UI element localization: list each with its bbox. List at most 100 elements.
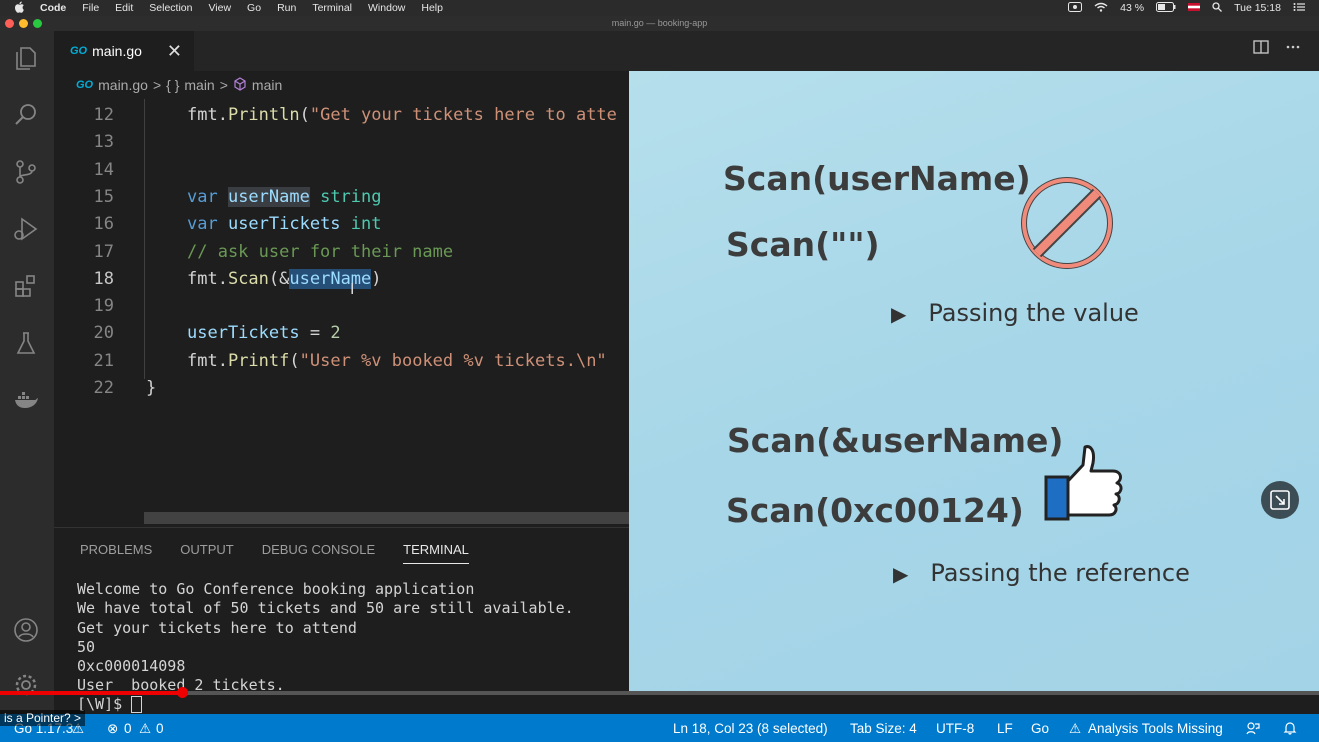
menu-terminal[interactable]: Terminal xyxy=(312,2,352,14)
code-line[interactable]: 13 xyxy=(54,129,629,156)
close-window-button[interactable] xyxy=(5,19,14,28)
code-token: } xyxy=(146,378,157,398)
notifications-bell-icon[interactable] xyxy=(1283,721,1297,738)
line-number: 13 xyxy=(93,132,114,153)
code-text: fmt.Printf("User %v booked %v tickets.\n… xyxy=(187,348,607,375)
code-text: var userTickets int xyxy=(187,211,382,238)
code-token: // ask user for their name xyxy=(187,241,454,262)
code-line[interactable]: 14 xyxy=(54,157,629,184)
code-line[interactable]: 15 var userName string xyxy=(54,184,629,211)
menu-run[interactable]: Run xyxy=(277,2,296,14)
code-line[interactable]: 17 // ask user for their name xyxy=(54,239,629,266)
tab-main-go[interactable]: GO main.go ✕ xyxy=(54,31,194,71)
line-ending[interactable]: LF xyxy=(997,721,1013,736)
code-line[interactable]: 19 xyxy=(54,293,629,320)
code-line[interactable]: 22} xyxy=(54,375,629,402)
code-line[interactable]: 20 userTickets = 2 xyxy=(54,320,629,347)
prohibited-icon xyxy=(1019,175,1115,275)
flag-icon[interactable] xyxy=(1188,2,1201,14)
feedback-icon[interactable] xyxy=(1246,721,1260,738)
battery-icon[interactable] xyxy=(1156,1,1176,15)
breadcrumb-function[interactable]: main xyxy=(184,77,214,93)
code-token: 2 xyxy=(330,323,341,344)
account-icon[interactable] xyxy=(9,613,43,647)
editor-tab-bar: GO main.go ✕ xyxy=(54,31,1319,71)
screen-record-icon[interactable] xyxy=(1068,1,1083,15)
apple-icon[interactable] xyxy=(14,1,26,16)
minimize-window-button[interactable] xyxy=(19,19,28,28)
encoding[interactable]: UTF-8 xyxy=(936,721,974,736)
menu-go[interactable]: Go xyxy=(247,2,261,14)
code-text: userTickets = 2 xyxy=(187,320,341,347)
run-debug-icon[interactable] xyxy=(9,212,43,246)
code-token: (& xyxy=(268,268,290,289)
menu-view[interactable]: View xyxy=(208,2,231,14)
menu-app-name[interactable]: Code xyxy=(40,2,66,14)
tab-terminal[interactable]: TERMINAL xyxy=(403,542,469,564)
tab-debug-console[interactable]: DEBUG CONSOLE xyxy=(262,542,375,564)
menu-file[interactable]: File xyxy=(82,2,99,14)
code-line[interactable]: 21 fmt.Printf("User %v booked %v tickets.… xyxy=(54,348,629,375)
line-number: 17 xyxy=(93,241,114,262)
code-line[interactable]: 16 var userTickets int xyxy=(54,211,629,238)
menu-edit[interactable]: Edit xyxy=(115,2,133,14)
explorer-icon[interactable] xyxy=(9,41,43,75)
source-control-icon[interactable] xyxy=(9,155,43,189)
terminal-cursor xyxy=(131,696,143,713)
search-icon[interactable] xyxy=(9,98,43,132)
terminal-output[interactable]: Welcome to Go Conference booking applica… xyxy=(77,580,574,696)
code-token: fmt. xyxy=(187,268,228,289)
language-mode[interactable]: Go xyxy=(1031,721,1049,736)
picture-in-picture-button[interactable] xyxy=(1261,481,1299,519)
menu-window[interactable]: Window xyxy=(368,2,405,14)
video-chapter-label[interactable]: is a Pointer? > xyxy=(0,710,86,726)
breadcrumb-file[interactable]: main.go xyxy=(98,77,148,93)
docker-icon[interactable] xyxy=(9,383,43,417)
more-actions-icon[interactable] xyxy=(1285,39,1301,60)
wifi-icon[interactable] xyxy=(1094,2,1108,15)
spotlight-search-icon[interactable] xyxy=(1212,1,1223,15)
code-token: fmt. xyxy=(187,350,228,371)
testing-flask-icon[interactable] xyxy=(9,326,43,360)
code-line[interactable]: 18 fmt.Scan(&userName) xyxy=(54,266,629,293)
warnings-count[interactable]: 0 xyxy=(156,721,164,736)
cursor-position[interactable]: Ln 18, Col 23 (8 selected) xyxy=(673,721,828,736)
code-token: "Get your tickets here to atte xyxy=(309,105,617,125)
slide-bullet-value: ▶ Passing the value xyxy=(891,299,1139,327)
menu-selection[interactable]: Selection xyxy=(149,2,192,14)
code-line[interactable]: 12 fmt.Println("Get your tickets here to … xyxy=(54,102,629,129)
extensions-icon[interactable] xyxy=(9,269,43,303)
breadcrumb: GO main.go > { } main > main xyxy=(54,71,629,99)
settings-gear-icon[interactable] xyxy=(9,668,43,702)
video-progress-track[interactable] xyxy=(0,691,1319,695)
notification-center-icon[interactable] xyxy=(1293,2,1305,15)
terminal-prompt[interactable]: [\W]$ xyxy=(77,695,143,713)
code-editor[interactable]: 12 fmt.Println("Get your tickets here to … xyxy=(54,99,629,527)
tab-problems[interactable]: PROBLEMS xyxy=(80,542,152,564)
code-token: userTickets xyxy=(227,214,341,235)
slide-scan-ref: Scan(&userName) xyxy=(727,421,1064,460)
bullet-triangle-icon: ▶ xyxy=(891,302,907,326)
menubar-clock[interactable]: Tue 15:18 xyxy=(1234,2,1281,14)
code-token: var xyxy=(187,186,228,207)
terminal-line: Get your tickets here to attend xyxy=(77,618,357,637)
error-icon[interactable]: ⊗ xyxy=(107,721,118,737)
tab-size[interactable]: Tab Size: 4 xyxy=(850,721,917,736)
warning-icon[interactable]: ⚠ xyxy=(139,721,151,737)
battery-percent: 43 % xyxy=(1120,2,1145,14)
tutorial-slide: Scan(userName) Scan("") ▶ Passing the val… xyxy=(629,71,1319,691)
tab-output[interactable]: OUTPUT xyxy=(180,542,233,564)
line-number: 21 xyxy=(93,350,114,371)
activity-bar xyxy=(0,31,54,714)
code-token: fmt. xyxy=(187,105,228,125)
editor-horizontal-scrollbar[interactable] xyxy=(144,512,629,524)
errors-count[interactable]: 0 xyxy=(124,721,132,736)
breadcrumb-separator: > xyxy=(152,77,162,93)
analysis-tools-status[interactable]: Analysis Tools Missing xyxy=(1088,721,1223,736)
breadcrumb-symbol[interactable]: main xyxy=(252,77,282,93)
code-token: userName xyxy=(289,268,372,289)
zoom-window-button[interactable] xyxy=(33,19,42,28)
close-tab-icon[interactable]: ✕ xyxy=(167,41,182,62)
split-editor-icon[interactable] xyxy=(1253,39,1269,60)
menu-help[interactable]: Help xyxy=(421,2,443,14)
